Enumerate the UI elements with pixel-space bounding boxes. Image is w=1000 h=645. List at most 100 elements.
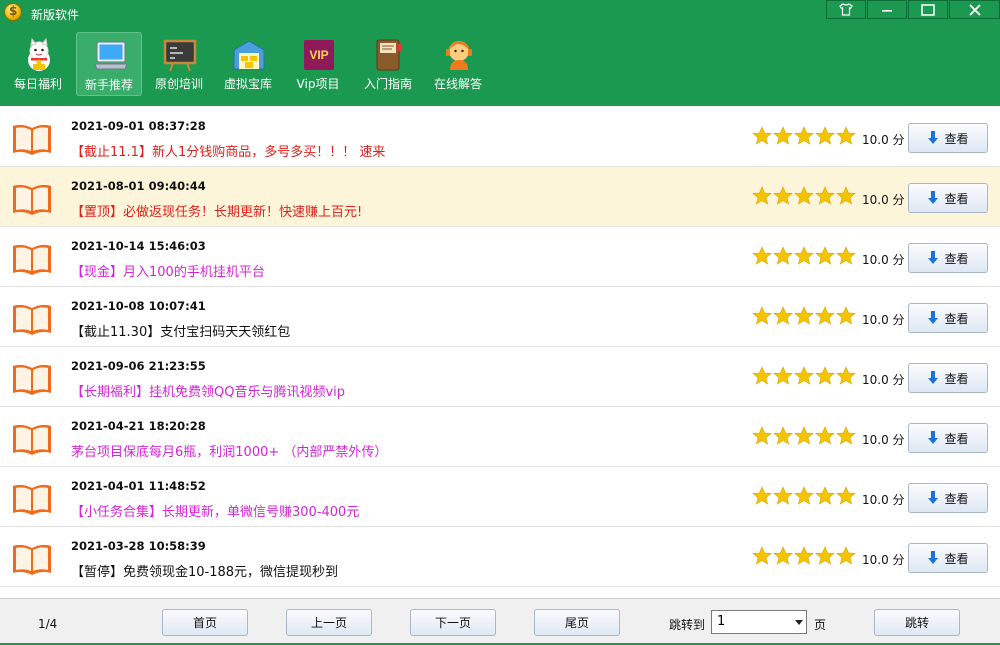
- view-label: 查看: [944, 551, 969, 566]
- maximize-icon: [921, 3, 935, 16]
- tool-label: Vip项目: [296, 77, 340, 91]
- rating-stars: [752, 306, 856, 326]
- next-page-button[interactable]: 下一页: [410, 609, 496, 636]
- list-item[interactable]: 2021-03-28 10:58:39 【暂停】免费领现金10-188元，微信提…: [0, 527, 1000, 587]
- star-icon: [794, 486, 814, 505]
- download-arrow-icon: [928, 431, 939, 444]
- article-list: 2021-09-01 08:37:28 【截止11.1】新人1分钱购商品，多号多…: [0, 107, 1000, 588]
- list-item[interactable]: 2021-10-14 15:46:03 【现金】月入100的手机挂机平台 10.…: [0, 227, 1000, 287]
- item-title[interactable]: 【置顶】必做返现任务！长期更新！快速赚上百元!: [71, 201, 362, 220]
- view-button[interactable]: 查看: [908, 543, 988, 573]
- last-page-button[interactable]: 尾页: [534, 609, 620, 636]
- view-label: 查看: [944, 131, 969, 146]
- item-title[interactable]: 茅台项目保底每月6瓶，利润1000+ （内部严禁外传）: [71, 441, 387, 460]
- score-suffix: 分: [892, 253, 905, 267]
- rating-stars: [752, 546, 856, 566]
- star-icon: [836, 306, 856, 325]
- item-title[interactable]: 【暂停】免费领现金10-188元，微信提现秒到: [71, 561, 338, 580]
- view-button[interactable]: 查看: [908, 363, 988, 393]
- item-title[interactable]: 【长期福利】挂机免费领QQ音乐与腾讯视频vip: [71, 381, 345, 400]
- item-score: 10.0 分: [862, 431, 905, 448]
- star-icon: [836, 546, 856, 565]
- prev-page-button[interactable]: 上一页: [286, 609, 372, 636]
- page-select[interactable]: 1: [711, 610, 807, 634]
- view-button[interactable]: 查看: [908, 123, 988, 153]
- open-book-icon: [13, 304, 51, 335]
- vip-icon: VIP: [304, 40, 334, 70]
- view-label: 查看: [944, 371, 969, 386]
- download-arrow-icon: [928, 491, 939, 504]
- score-value: 10.0: [862, 373, 889, 387]
- star-icon: [815, 186, 835, 205]
- main-toolbar: 每日福利 新手推荐 原创培训 虚拟宝库 VIP Vip项目 入门指南 在线解答: [0, 32, 1000, 98]
- tool-online-answers[interactable]: 在线解答: [425, 32, 491, 96]
- close-icon: [968, 3, 981, 16]
- skin-button[interactable]: [826, 0, 866, 19]
- item-score: 10.0 分: [862, 491, 905, 508]
- rating-stars: [752, 246, 856, 266]
- close-button[interactable]: [949, 0, 1000, 19]
- star-icon: [836, 366, 856, 385]
- star-icon: [815, 486, 835, 505]
- star-icon: [794, 306, 814, 325]
- tool-beginner-recommend[interactable]: 新手推荐: [76, 32, 142, 96]
- title-bar[interactable]: 新版软件: [0, 0, 1000, 26]
- star-icon: [836, 486, 856, 505]
- rating-stars: [752, 426, 856, 446]
- download-arrow-icon: [928, 371, 939, 384]
- view-label: 查看: [944, 311, 969, 326]
- tshirt-icon: [839, 3, 853, 16]
- maximize-button[interactable]: [908, 0, 948, 19]
- star-icon: [752, 126, 772, 145]
- item-score: 10.0 分: [862, 191, 905, 208]
- open-book-icon: [13, 544, 51, 575]
- list-item[interactable]: 2021-04-21 18:20:28 茅台项目保底每月6瓶，利润1000+ （…: [0, 407, 1000, 467]
- item-title[interactable]: 【截止11.1】新人1分钱购商品，多号多买！！！ 速来: [71, 141, 385, 160]
- view-button[interactable]: 查看: [908, 483, 988, 513]
- tool-original-training[interactable]: 原创培训: [146, 32, 212, 96]
- star-icon: [794, 186, 814, 205]
- star-icon: [752, 366, 772, 385]
- support-agent-icon: [446, 41, 472, 70]
- view-button[interactable]: 查看: [908, 423, 988, 453]
- pagination-bar: 1/4 首页 上一页 下一页 尾页 跳转到 1 页 跳转: [0, 598, 1000, 645]
- item-title[interactable]: 【现金】月入100的手机挂机平台: [71, 261, 265, 280]
- list-item[interactable]: 2021-09-06 21:23:55 【长期福利】挂机免费领QQ音乐与腾讯视频…: [0, 347, 1000, 407]
- tool-label: 原创培训: [154, 77, 203, 91]
- score-suffix: 分: [892, 313, 905, 327]
- tool-vip-project[interactable]: VIP Vip项目: [285, 32, 351, 96]
- view-button[interactable]: 查看: [908, 243, 988, 273]
- item-date: 2021-08-01 09:40:44: [71, 179, 206, 193]
- score-suffix: 分: [892, 493, 905, 507]
- go-button[interactable]: 跳转: [874, 609, 960, 636]
- list-item[interactable]: 2021-10-08 10:07:41 【截止11.30】支付宝扫码天天领红包 …: [0, 287, 1000, 347]
- tool-virtual-treasury[interactable]: 虚拟宝库: [215, 32, 281, 96]
- star-icon: [773, 126, 793, 145]
- view-label: 查看: [944, 431, 969, 446]
- blackboard-icon: [163, 39, 197, 72]
- chevron-down-icon[interactable]: [795, 620, 803, 625]
- first-page-button[interactable]: 首页: [162, 609, 248, 636]
- list-item[interactable]: 2021-04-01 11:48:52 【小任务合集】长期更新，单微信号赚300…: [0, 467, 1000, 527]
- score-value: 10.0: [862, 313, 889, 327]
- open-book-icon: [13, 424, 51, 455]
- tool-daily-welfare[interactable]: 每日福利: [5, 32, 71, 96]
- star-icon: [773, 486, 793, 505]
- view-label: 查看: [944, 251, 969, 266]
- item-title[interactable]: 【截止11.30】支付宝扫码天天领红包: [71, 321, 290, 340]
- score-value: 10.0: [862, 553, 889, 567]
- list-item[interactable]: 2021-09-01 08:37:28 【截止11.1】新人1分钱购商品，多号多…: [0, 107, 1000, 167]
- star-icon: [752, 426, 772, 445]
- item-date: 2021-04-21 18:20:28: [71, 419, 206, 433]
- list-item[interactable]: 2021-08-01 09:40:44 【置顶】必做返现任务！长期更新！快速赚上…: [0, 167, 1000, 227]
- view-button[interactable]: 查看: [908, 183, 988, 213]
- item-date: 2021-10-08 10:07:41: [71, 299, 206, 313]
- item-score: 10.0 分: [862, 131, 905, 148]
- page-select-value: 1: [717, 614, 726, 629]
- item-title[interactable]: 【小任务合集】长期更新，单微信号赚300-400元: [71, 501, 359, 520]
- view-label: 查看: [944, 491, 969, 506]
- tool-getting-started[interactable]: 入门指南: [355, 32, 421, 96]
- rating-stars: [752, 186, 856, 206]
- minimize-button[interactable]: [867, 0, 907, 19]
- view-button[interactable]: 查看: [908, 303, 988, 333]
